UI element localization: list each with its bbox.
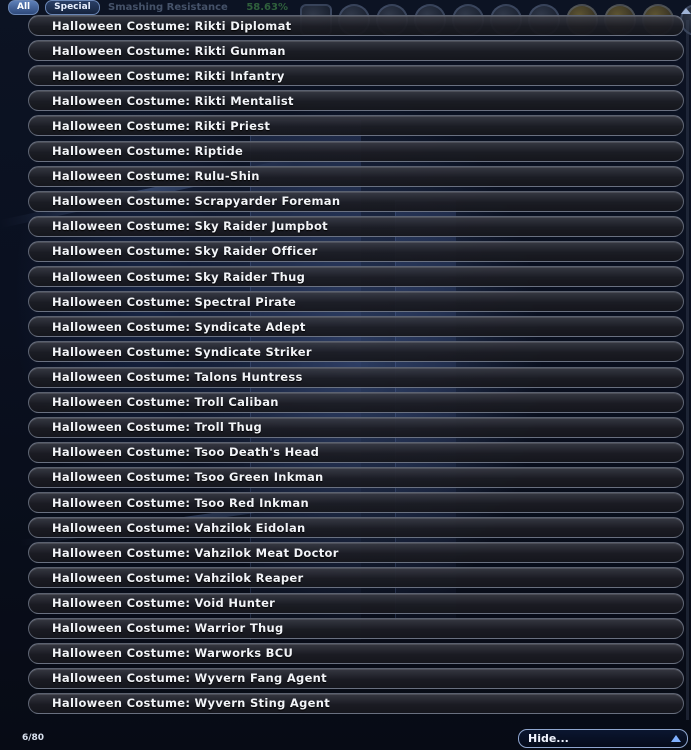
list-item-label: Halloween Costume: Sky Raider Officer (52, 244, 318, 259)
list-item-label: Halloween Costume: Sky Raider Thug (52, 269, 306, 284)
list-item-label: Halloween Costume: Rikti Mentalist (52, 93, 294, 108)
chevron-up-icon (671, 735, 681, 742)
list-item-label: Halloween Costume: Rikti Diplomat (52, 18, 292, 33)
list-item[interactable]: Halloween Costume: Syndicate Adept (28, 316, 684, 338)
list-item[interactable]: Halloween Costume: Syndicate Striker (28, 341, 684, 363)
list-item-label: Halloween Costume: Rikti Infantry (52, 68, 285, 83)
list-item-label: Halloween Costume: Void Hunter (52, 596, 276, 611)
list-item[interactable]: Halloween Costume: Talons Huntress (28, 366, 684, 388)
list-item[interactable]: Halloween Costume: Spectral Pirate (28, 291, 684, 313)
list-item[interactable]: Halloween Costume: Riptide (28, 140, 684, 162)
list-item[interactable]: Halloween Costume: Warworks BCU (28, 642, 684, 664)
item-counter: 6/80 (22, 733, 45, 743)
list-item-label: Halloween Costume: Rulu-Shin (52, 169, 260, 184)
list-item[interactable]: Halloween Costume: Tsoo Death's Head (28, 441, 684, 463)
tab-special[interactable]: Special (45, 0, 100, 15)
hud-stat-row: Smashing Resistance 58.63% (108, 2, 288, 14)
list-item-label: Halloween Costume: Spectral Pirate (52, 294, 297, 309)
list-item[interactable]: Halloween Costume: Sky Raider Jumpbot (28, 215, 684, 237)
list-item-label: Halloween Costume: Troll Thug (52, 420, 263, 435)
list-item[interactable]: Halloween Costume: Wyvern Fang Agent (28, 667, 684, 689)
list-item-label: Halloween Costume: Rikti Gunman (52, 43, 286, 58)
list-item-label: Halloween Costume: Syndicate Adept (52, 319, 306, 334)
list-item-label: Halloween Costume: Talons Huntress (52, 370, 303, 385)
list-item-label: Halloween Costume: Sky Raider Jumpbot (52, 219, 328, 234)
hud-stat-value: 58.63% (246, 2, 288, 13)
list-item-label: Halloween Costume: Wyvern Fang Agent (52, 671, 327, 686)
list-item-label: Halloween Costume: Vahzilok Meat Doctor (52, 545, 339, 560)
list-item[interactable]: Halloween Costume: Tsoo Red Inkman (28, 492, 684, 514)
hud-stat-label: Smashing Resistance (108, 2, 228, 13)
list-item[interactable]: Halloween Costume: Vahzilok Reaper (28, 567, 684, 589)
list-item-label: Halloween Costume: Riptide (52, 144, 244, 159)
list-item-label: Halloween Costume: Rikti Priest (52, 118, 271, 133)
list-item-label: Halloween Costume: Warworks BCU (52, 646, 294, 661)
list-item-label: Halloween Costume: Scrapyarder Foreman (52, 194, 341, 209)
list-item[interactable]: Halloween Costume: Sky Raider Officer (28, 240, 684, 262)
list-item[interactable]: Halloween Costume: Vahzilok Eidolan (28, 517, 684, 539)
list-item[interactable]: Halloween Costume: Rikti Mentalist (28, 90, 684, 112)
list-item[interactable]: Halloween Costume: Vahzilok Meat Doctor (28, 542, 684, 564)
list-item[interactable]: Halloween Costume: Void Hunter (28, 592, 684, 614)
list-item[interactable]: Halloween Costume: Troll Caliban (28, 391, 684, 413)
list-item[interactable]: Halloween Costume: Warrior Thug (28, 617, 684, 639)
tab-all[interactable]: All (8, 0, 40, 15)
costume-list: Halloween Costume: Rikti Diplomat Hallowe… (28, 15, 684, 718)
list-item[interactable]: Halloween Costume: Scrapyarder Foreman (28, 190, 684, 212)
category-tabs: All Special (8, 0, 100, 15)
list-footer: 6/80 Hide... (0, 728, 691, 750)
list-item-label: Halloween Costume: Tsoo Red Inkman (52, 495, 309, 510)
list-item-label: Halloween Costume: Syndicate Striker (52, 344, 312, 359)
list-item[interactable]: Halloween Costume: Rikti Gunman (28, 40, 684, 62)
list-item-label: Halloween Costume: Tsoo Death's Head (52, 445, 320, 460)
list-item-label: Halloween Costume: Troll Caliban (52, 395, 279, 410)
list-item-label: Halloween Costume: Vahzilok Reaper (52, 570, 304, 585)
list-scrollbar[interactable] (686, 20, 689, 720)
list-item[interactable]: Halloween Costume: Rikti Infantry (28, 65, 684, 87)
hud-stats-panel: Smashing Resistance 58.63% (108, 2, 288, 14)
list-item[interactable]: Halloween Costume: Rikti Diplomat (28, 15, 684, 36)
hide-filter-dropdown[interactable]: Hide... (518, 729, 688, 748)
scroll-up-arrow-icon[interactable] (681, 8, 691, 14)
list-item-label: Halloween Costume: Wyvern Sting Agent (52, 696, 331, 711)
list-item[interactable]: Halloween Costume: Tsoo Green Inkman (28, 466, 684, 488)
list-item[interactable]: Halloween Costume: Wyvern Sting Agent (28, 692, 684, 714)
hide-filter-label: Hide... (528, 732, 569, 745)
list-item[interactable]: Halloween Costume: Rulu-Shin (28, 165, 684, 187)
list-item-label: Halloween Costume: Warrior Thug (52, 621, 284, 636)
list-item[interactable]: Halloween Costume: Rikti Priest (28, 115, 684, 137)
list-item-label: Halloween Costume: Vahzilok Eidolan (52, 520, 306, 535)
list-item[interactable]: Halloween Costume: Sky Raider Thug (28, 266, 684, 288)
list-item[interactable]: Halloween Costume: Troll Thug (28, 416, 684, 438)
list-item-label: Halloween Costume: Tsoo Green Inkman (52, 470, 324, 485)
